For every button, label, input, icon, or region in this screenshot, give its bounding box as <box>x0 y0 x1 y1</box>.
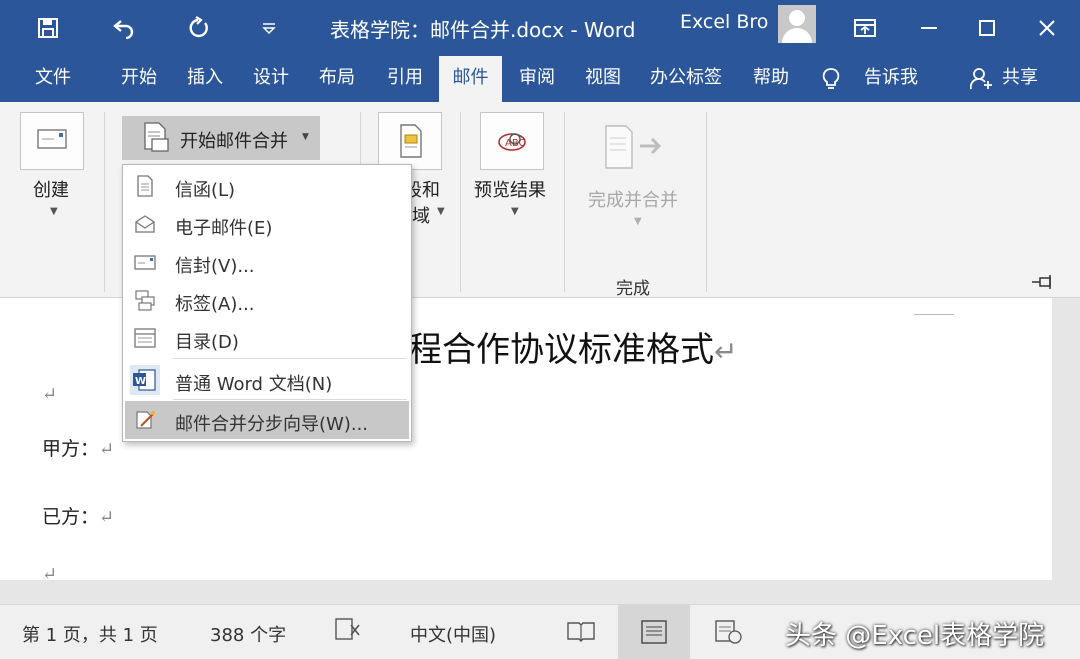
tab-office-tab[interactable]: 办公标签 <box>640 56 732 102</box>
directory-icon <box>134 328 156 348</box>
menu-item-mail-merge-wizard[interactable]: 邮件合并分步向导(W)... <box>125 401 409 439</box>
mail-merge-doc-icon <box>144 122 169 152</box>
close-icon[interactable] <box>1030 0 1064 56</box>
tab-design[interactable]: 设计 <box>238 56 304 102</box>
undo-icon[interactable] <box>106 0 142 56</box>
start-mail-merge-button[interactable]: 开始邮件合并 ▼ <box>122 116 320 160</box>
window-title: 表格学院：邮件合并.docx - Word <box>330 18 636 42</box>
email-icon <box>135 215 155 233</box>
language-indicator[interactable]: 中文(中国) <box>410 621 496 647</box>
envelope-icon <box>134 255 156 270</box>
chevron-down-icon: ▼ <box>634 216 642 227</box>
tell-me-search[interactable]: 告诉我 <box>852 56 930 102</box>
pin-ribbon-icon[interactable] <box>1030 274 1056 294</box>
menu-item-normal-word-document[interactable]: W 普通 Word 文档(N) <box>125 361 409 399</box>
share-person-icon[interactable] <box>966 56 996 102</box>
redo-icon[interactable] <box>180 0 216 56</box>
share-button[interactable]: 共享 <box>996 56 1044 102</box>
tab-view[interactable]: 视图 <box>570 56 636 102</box>
letter-icon <box>137 175 153 197</box>
minimize-icon[interactable] <box>912 0 946 56</box>
ribbon-tabs: 文件 开始 插入 设计 布局 引用 邮件 审阅 视图 办公标签 帮助 告诉我 共… <box>0 56 1080 102</box>
party-b-line: 已方：↵ <box>42 506 115 528</box>
chevron-down-icon: ▼ <box>302 132 309 142</box>
user-name[interactable]: Excel Bro <box>680 11 768 33</box>
svg-text:W: W <box>135 376 146 387</box>
finish-merge-button[interactable] <box>600 122 670 176</box>
preview-results-label[interactable]: 预览结果 <box>474 176 546 202</box>
fields-label-2[interactable]: 域 <box>412 202 430 228</box>
create-envelope-button[interactable] <box>20 112 84 170</box>
start-mail-merge-dropdown: 信函(L) 电子邮件(E) 信封(V)... 标签(A)... 目录(D) W … <box>122 164 412 442</box>
web-layout-icon[interactable] <box>714 619 742 650</box>
customize-icon[interactable] <box>254 0 284 56</box>
ribbon-display-icon[interactable] <box>848 0 882 56</box>
insert-merge-field-button[interactable] <box>378 112 442 170</box>
title-bar: 表格学院：邮件合并.docx - Word Excel Bro <box>0 0 1080 56</box>
menu-item-directory[interactable]: 目录(D) <box>125 319 409 357</box>
finish-merge-label[interactable]: 完成并合并 <box>588 186 678 212</box>
wizard-icon <box>136 411 155 429</box>
menu-item-email[interactable]: 电子邮件(E) <box>125 205 409 243</box>
create-label[interactable]: 创建 <box>33 176 69 202</box>
finish-merge-icon <box>605 125 662 169</box>
labels-icon <box>135 290 155 311</box>
tab-insert[interactable]: 插入 <box>172 56 238 102</box>
paragraph-mark: ↵ <box>42 564 58 585</box>
menu-item-envelopes[interactable]: 信封(V)... <box>125 243 409 281</box>
margin-mark <box>914 314 954 315</box>
paragraph-mark: ↵ <box>42 384 58 405</box>
tab-review[interactable]: 审阅 <box>504 56 570 102</box>
maximize-icon[interactable] <box>970 0 1004 56</box>
chevron-down-icon: ▼ <box>511 206 519 217</box>
preview-icon: ABC <box>498 133 526 151</box>
page-count[interactable]: 第 1 页，共 1 页 <box>22 621 158 647</box>
tab-references[interactable]: 引用 <box>372 56 438 102</box>
tab-help[interactable]: 帮助 <box>738 56 804 102</box>
word-doc-icon: W <box>130 365 160 395</box>
read-mode-icon[interactable] <box>566 619 596 648</box>
watermark: 头条 @Excel表格学院 <box>785 621 1045 651</box>
menu-item-letters[interactable]: 信函(L) <box>125 167 409 205</box>
preview-results-button[interactable]: ABC <box>480 112 544 170</box>
chevron-down-icon: ▼ <box>437 206 445 217</box>
lightbulb-icon[interactable] <box>816 56 846 102</box>
party-a-line: 甲方：↵ <box>42 438 115 460</box>
save-icon[interactable] <box>30 0 66 56</box>
avatar[interactable] <box>778 5 816 43</box>
document-title: 程合作协议标准格式↵ <box>408 330 738 370</box>
start-mail-merge-label: 开始邮件合并 <box>180 131 288 152</box>
proofing-icon[interactable] <box>334 617 362 648</box>
tab-mailings[interactable]: 邮件 <box>439 56 502 102</box>
tab-layout[interactable]: 布局 <box>304 56 370 102</box>
merge-field-icon <box>400 124 422 158</box>
print-layout-icon <box>641 620 667 644</box>
envelope-icon <box>37 129 67 149</box>
status-bar: 第 1 页，共 1 页 388 个字 中文(中国) 头条 @Excel表格学院 <box>0 604 1080 659</box>
tab-home[interactable]: 开始 <box>106 56 172 102</box>
tab-file[interactable]: 文件 <box>20 56 86 102</box>
print-layout-view-button[interactable] <box>618 605 690 659</box>
menu-item-labels[interactable]: 标签(A)... <box>125 281 409 319</box>
finish-group-label: 完成 <box>616 279 650 299</box>
chevron-down-icon: ▼ <box>50 206 58 217</box>
word-count[interactable]: 388 个字 <box>210 621 286 647</box>
